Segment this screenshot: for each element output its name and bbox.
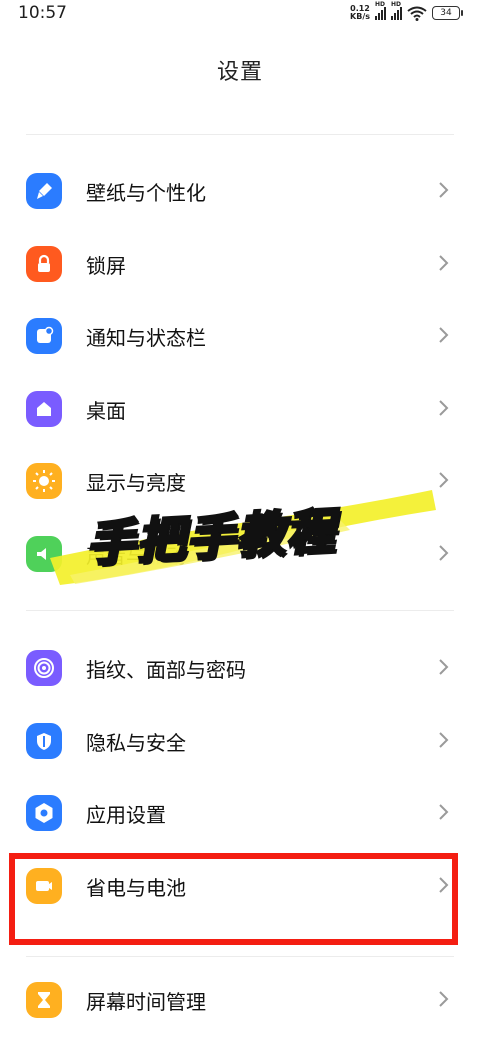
lock-icon — [26, 246, 62, 282]
chevron-right-icon — [439, 327, 449, 343]
battery-indicator: 34 — [432, 6, 463, 20]
chevron-right-icon — [439, 732, 449, 748]
signal-icon-2: HD — [391, 1, 402, 20]
network-speed-unit: KB/s — [350, 12, 370, 21]
settings-item-screen-time[interactable]: 屏幕时间管理 — [0, 964, 480, 1036]
page-title: 设置 — [216, 60, 263, 85]
settings-item-label: 显示与亮度 — [86, 471, 186, 495]
settings-item-fingerprint[interactable]: 指纹、面部与密码 — [0, 632, 480, 704]
hourglass-icon — [26, 982, 62, 1018]
chevron-right-icon — [439, 659, 449, 675]
settings-item-desktop[interactable]: 桌面 — [0, 373, 480, 445]
shield-icon — [26, 723, 62, 759]
settings-item-lockscreen[interactable]: 锁屏 — [0, 228, 480, 300]
brush-icon — [26, 173, 62, 209]
hd-label-2: HD — [391, 1, 402, 8]
network-speed: 0.12 KB/s — [350, 5, 370, 21]
divider — [26, 610, 454, 611]
settings-item-wallpaper[interactable]: 壁纸与个性化 — [0, 155, 480, 227]
notification-icon — [26, 318, 62, 354]
chevron-right-icon — [439, 472, 449, 488]
signal-icon: HD — [375, 1, 386, 20]
chevron-right-icon — [439, 804, 449, 820]
sun-icon — [26, 463, 62, 499]
gear-icon — [26, 795, 62, 831]
settings-item-app-settings[interactable]: 应用设置 — [0, 777, 480, 849]
fingerprint-icon — [26, 650, 62, 686]
chevron-right-icon — [439, 991, 449, 1007]
divider — [26, 956, 454, 957]
settings-item-label: 锁屏 — [86, 254, 126, 278]
settings-item-label: 指纹、面部与密码 — [86, 658, 246, 682]
settings-item-label: 应用设置 — [86, 803, 166, 827]
status-bar: 10:57 0.12 KB/s HD HD 34 — [0, 0, 480, 28]
settings-item-notifications[interactable]: 通知与状态栏 — [0, 300, 480, 372]
settings-item-label: 桌面 — [86, 399, 126, 423]
chevron-right-icon — [439, 545, 449, 561]
settings-item-label: 屏幕时间管理 — [86, 990, 206, 1014]
chevron-right-icon — [439, 255, 449, 271]
wifi-icon — [407, 6, 427, 21]
status-icons: 0.12 KB/s HD HD 34 — [350, 1, 463, 22]
divider — [26, 134, 454, 135]
settings-item-label: 通知与状态栏 — [86, 326, 206, 350]
status-time: 10:57 — [18, 3, 67, 23]
hd-label: HD — [375, 1, 386, 8]
tutorial-caption: 手把手教程 — [83, 502, 339, 574]
settings-item-label: 隐私与安全 — [86, 731, 186, 755]
settings-item-label: 壁纸与个性化 — [86, 181, 206, 205]
chevron-right-icon — [439, 182, 449, 198]
home-icon — [26, 391, 62, 427]
settings-item-privacy[interactable]: 隐私与安全 — [0, 705, 480, 777]
sound-icon — [26, 536, 62, 572]
highlight-box — [9, 853, 458, 945]
chevron-right-icon — [439, 400, 449, 416]
